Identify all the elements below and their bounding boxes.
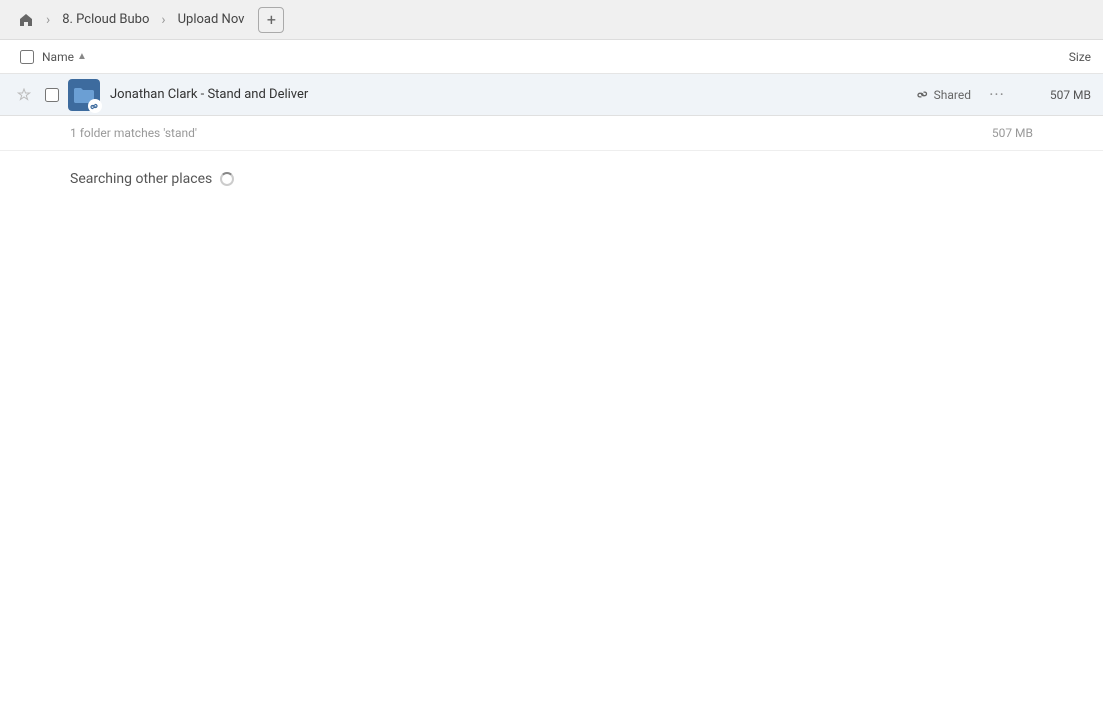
- folder-icon: [68, 79, 100, 111]
- shared-badge: Shared: [917, 88, 971, 102]
- searching-label: Searching other places: [70, 171, 212, 187]
- shared-label: Shared: [934, 88, 971, 102]
- breadcrumb-upload-nov[interactable]: Upload Nov: [172, 9, 251, 30]
- row-file-size: 507 MB: [1021, 88, 1091, 102]
- link-icon: [917, 88, 930, 101]
- results-summary-size: 507 MB: [992, 126, 1033, 140]
- column-name-header[interactable]: Name ▲: [42, 50, 1001, 64]
- row-select-checkbox[interactable]: [45, 88, 59, 102]
- results-summary-row: 1 folder matches 'stand' 507 MB: [0, 116, 1103, 151]
- breadcrumb-separator-1: ›: [46, 12, 50, 28]
- searching-section: Searching other places: [0, 151, 1103, 207]
- row-checkbox-area[interactable]: [40, 88, 64, 102]
- file-name: Jonathan Clark - Stand and Deliver: [110, 87, 917, 102]
- add-folder-button[interactable]: +: [258, 7, 284, 33]
- select-all-checkbox[interactable]: [20, 50, 34, 64]
- app-container: › 8. Pcloud Bubo › Upload Nov + Name ▲ S…: [0, 0, 1103, 720]
- column-size-header[interactable]: Size: [1001, 50, 1091, 64]
- results-summary-text: 1 folder matches 'stand': [70, 126, 197, 140]
- loading-spinner: [220, 172, 234, 186]
- sort-arrow-icon: ▲: [77, 51, 87, 62]
- header-checkbox-area: [12, 50, 42, 64]
- breadcrumb-pcloud-bubo[interactable]: 8. Pcloud Bubo: [56, 9, 155, 30]
- column-name-label: Name: [42, 50, 74, 64]
- main-content: Name ▲ Size: [0, 40, 1103, 720]
- star-button[interactable]: [12, 88, 36, 102]
- breadcrumb-separator-2: ›: [161, 12, 165, 28]
- home-button[interactable]: [12, 6, 40, 34]
- link-badge-icon: [88, 99, 102, 113]
- top-bar: › 8. Pcloud Bubo › Upload Nov +: [0, 0, 1103, 40]
- column-headers: Name ▲ Size: [0, 40, 1103, 74]
- row-more-actions[interactable]: ···: [983, 85, 1011, 104]
- file-row[interactable]: Jonathan Clark - Stand and Deliver Share…: [0, 74, 1103, 116]
